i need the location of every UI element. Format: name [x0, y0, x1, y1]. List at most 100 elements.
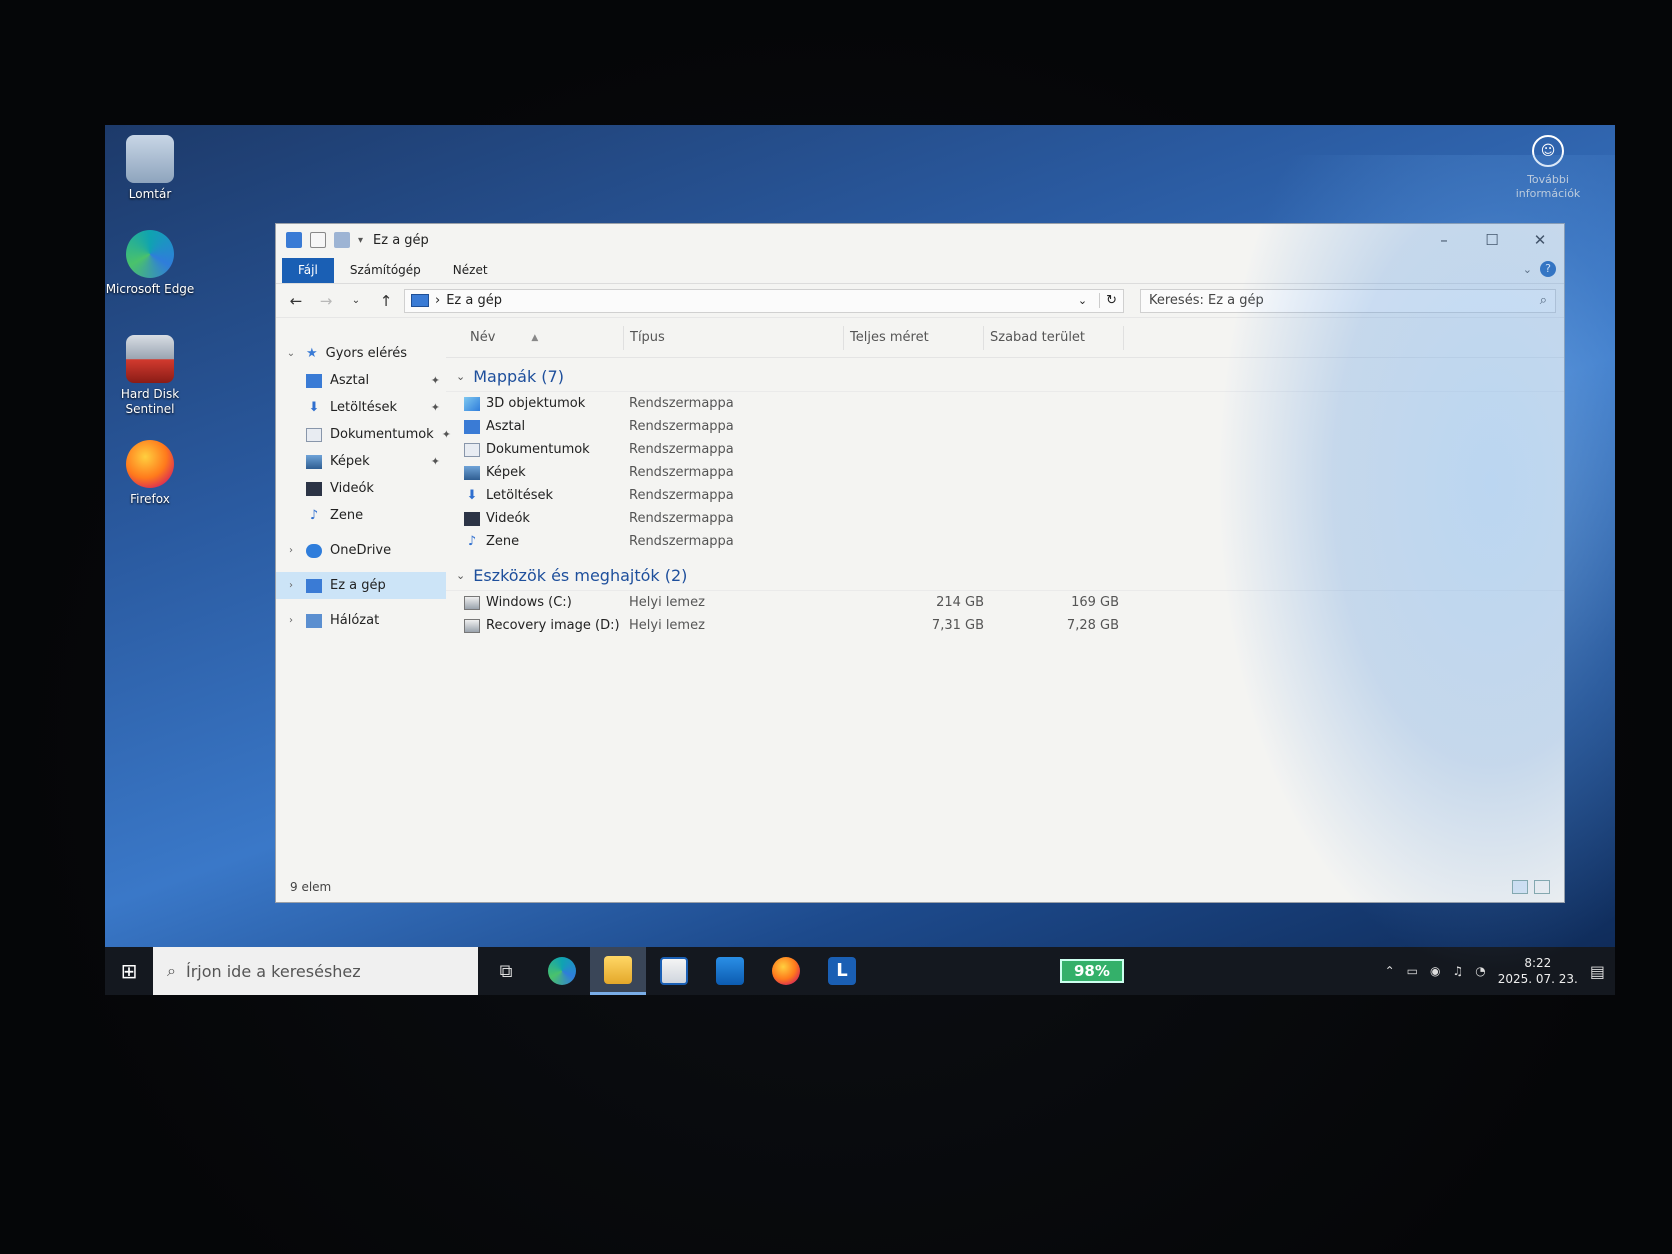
list-item[interactable]: ♪ Zene Rendszermappa [446, 530, 1564, 553]
edge-icon [126, 230, 174, 278]
group-header-folders[interactable]: ⌄ Mappák (7) [446, 362, 1564, 392]
item-type: Rendszermappa [629, 396, 734, 411]
nav-label: Ez a gép [330, 578, 386, 593]
start-button[interactable]: ⊞ [105, 947, 153, 995]
nav-label: Zene [330, 508, 364, 523]
close-button[interactable]: ✕ [1516, 224, 1564, 256]
help-icon[interactable]: ? [1540, 261, 1556, 277]
list-item[interactable]: Asztal Rendszermappa [446, 415, 1564, 438]
recent-locations-chevron-icon[interactable]: ⌄ [344, 295, 368, 306]
nav-item-desktop[interactable]: Asztal ✦ [276, 367, 446, 394]
taskbar-edge[interactable] [534, 947, 590, 995]
nav-network[interactable]: › Hálózat [276, 607, 446, 634]
nav-item-pictures[interactable]: Képek ✦ [276, 448, 446, 475]
nav-item-videos[interactable]: Videók [276, 475, 446, 502]
address-dropdown-icon[interactable]: ⌄ [1078, 294, 1087, 307]
tab-file[interactable]: Fájl [282, 258, 334, 283]
desktop-folder-icon [464, 419, 480, 434]
drive-item-d[interactable]: Recovery image (D:) Helyi lemez 7,31 GB … [446, 614, 1564, 637]
desktop-icon-recycle-bin[interactable]: Lomtár [105, 135, 195, 202]
chevron-right-icon[interactable]: › [284, 580, 298, 591]
chevron-right-icon[interactable]: › [284, 545, 298, 556]
chevron-down-icon[interactable]: ⌄ [456, 370, 465, 383]
properties-icon[interactable] [310, 232, 326, 248]
mail-icon [716, 957, 744, 985]
tab-computer[interactable]: Számítógép [334, 258, 437, 283]
expand-ribbon-icon[interactable]: ⌄ [1523, 263, 1532, 276]
chevron-down-icon[interactable]: ⌄ [456, 569, 465, 582]
taskbar-search-box[interactable]: ⌕ Írjon ide a kereséshez [153, 947, 478, 995]
column-header-name[interactable]: Név ▲ [464, 325, 624, 350]
drive-item-c[interactable]: Windows (C:) Helyi lemez 214 GB 169 GB [446, 591, 1564, 614]
nav-item-documents[interactable]: Dokumentumok ✦ [276, 421, 451, 448]
nav-this-pc[interactable]: › Ez a gép [276, 572, 446, 599]
quick-access-dropdown-icon[interactable]: ▾ [358, 235, 363, 246]
nav-label: Gyors elérés [325, 346, 408, 361]
desktop-icon-firefox[interactable]: Firefox [105, 440, 195, 507]
address-bar[interactable]: › Ez a gép ⌄ ↻ [404, 288, 1124, 313]
maximize-button[interactable]: ☐ [1468, 224, 1516, 256]
tab-view[interactable]: Nézet [437, 258, 504, 283]
item-name: Videók [486, 511, 530, 526]
group-header-drives[interactable]: ⌄ Eszközök és meghajtók (2) [446, 561, 1564, 591]
hard-drive-icon [464, 618, 480, 633]
list-item[interactable]: Videók Rendszermappa [446, 507, 1564, 530]
desktop-icon-edge[interactable]: Microsoft Edge [105, 230, 195, 297]
taskbar-search-placeholder: Írjon ide a kereséshez [185, 961, 361, 981]
title-bar: ▾ Ez a gép – ☐ ✕ [276, 224, 1564, 256]
list-item[interactable]: ⬇ Letöltések Rendszermappa [446, 484, 1564, 507]
network-icon[interactable]: ◉ [1430, 964, 1440, 978]
taskbar-outlook[interactable] [702, 947, 758, 995]
address-separator: › [435, 293, 441, 308]
list-item[interactable]: Képek Rendszermappa [446, 461, 1564, 484]
taskbar-firefox[interactable] [758, 947, 814, 995]
taskbar-store[interactable] [646, 947, 702, 995]
minimize-button[interactable]: – [1420, 224, 1468, 256]
explorer-body: ⌄ ★ Gyors elérés Asztal ✦ ⬇ Letöltések ✦ [276, 318, 1564, 872]
new-folder-icon[interactable] [334, 232, 350, 248]
taskbar-l-app[interactable]: L [814, 947, 870, 995]
clock[interactable]: 8:22 2025. 07. 23. [1498, 955, 1578, 987]
chevron-down-icon[interactable]: ⌄ [284, 348, 298, 359]
nav-label: Videók [330, 481, 374, 496]
taskbar-file-explorer[interactable] [590, 947, 646, 995]
pin-icon: ✦ [430, 374, 440, 387]
more-info-shortcut[interactable]: ☺ További információk [1503, 135, 1593, 201]
up-arrow-icon[interactable]: ↑ [374, 292, 398, 310]
list-item[interactable]: Dokumentumok Rendszermappa [446, 438, 1564, 461]
chevron-right-icon[interactable]: › [284, 615, 298, 626]
large-icons-view-icon[interactable] [1534, 880, 1550, 894]
search-box[interactable]: Keresés: Ez a gép ⌕ [1140, 288, 1556, 313]
nav-quick-access[interactable]: ⌄ ★ Gyors elérés [276, 340, 446, 367]
nav-onedrive[interactable]: › OneDrive [276, 537, 446, 564]
file-explorer-window: ▾ Ez a gép – ☐ ✕ Fájl Számítógép Nézet ⌄… [275, 223, 1565, 903]
pin-icon: ✦ [430, 455, 440, 468]
notification-icon[interactable]: ▤ [1590, 962, 1605, 981]
nav-item-music[interactable]: ♪ Zene [276, 502, 446, 529]
wifi-icon[interactable]: ◔ [1475, 964, 1485, 978]
volume-icon[interactable]: ♫ [1452, 964, 1463, 978]
file-list: Név ▲ Típus Teljes méret Szabad terület [446, 318, 1564, 872]
item-type: Helyi lemez [629, 595, 705, 610]
desktop-icon-label: Hard Disk Sentinel [120, 387, 180, 416]
nav-item-downloads[interactable]: ⬇ Letöltések ✦ [276, 394, 446, 421]
search-icon: ⌕ [167, 961, 176, 980]
task-view-button[interactable]: ⧉ [478, 947, 534, 995]
hard-drive-icon [464, 595, 480, 610]
refresh-icon[interactable]: ↻ [1099, 293, 1123, 308]
column-header-free-space[interactable]: Szabad terület [984, 325, 1124, 350]
desktop-icon-hard-disk-sentinel[interactable]: Hard Disk Sentinel [105, 335, 195, 417]
desktop-icon-label: Microsoft Edge [105, 282, 195, 296]
column-header-type[interactable]: Típus [624, 325, 844, 350]
column-label: Név [470, 330, 496, 345]
back-arrow-icon[interactable]: ← [284, 292, 308, 310]
details-view-icon[interactable] [1512, 880, 1528, 894]
forward-arrow-icon[interactable]: → [314, 292, 338, 310]
nav-label: Letöltések [330, 400, 398, 415]
battery-icon[interactable]: ▭ [1407, 964, 1418, 978]
list-item[interactable]: 3D objektumok Rendszermappa [446, 392, 1564, 415]
chevron-up-icon[interactable]: ⌃ [1385, 964, 1395, 978]
desktop-folder-icon [306, 373, 322, 388]
column-label: Teljes méret [850, 330, 929, 345]
column-header-total-size[interactable]: Teljes méret [844, 325, 984, 350]
